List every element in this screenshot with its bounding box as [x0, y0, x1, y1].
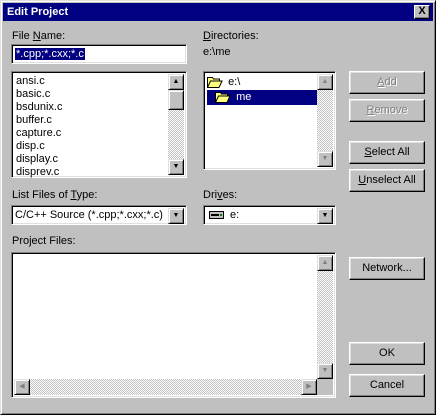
scroll-thumb[interactable] — [168, 90, 184, 110]
scroll-down-button[interactable]: ▼ — [168, 159, 184, 175]
title-bar: Edit Project X — [3, 3, 433, 21]
project-files-list[interactable]: ▲ ▼ ◀ ▶ — [11, 252, 336, 398]
unselect-all-button[interactable]: Unselect All — [349, 169, 425, 192]
up-arrow-icon: ▲ — [172, 78, 180, 85]
down-arrow-icon: ▼ — [321, 155, 329, 162]
scroll-corner — [317, 379, 333, 395]
scroll-down-button[interactable]: ▼ — [317, 363, 333, 379]
down-arrow-icon: ▼ — [321, 367, 329, 374]
add-button[interactable]: Add — [349, 71, 425, 94]
file-list-item[interactable]: capture.c — [16, 127, 61, 140]
current-directory-path: e:\me — [203, 46, 231, 58]
open-folder-icon — [215, 91, 233, 104]
close-button[interactable]: X — [414, 5, 430, 19]
scroll-up-button[interactable]: ▲ — [317, 255, 333, 271]
project-files-label: Project Files: — [12, 235, 76, 247]
right-arrow-icon: ▶ — [306, 383, 312, 390]
network-button[interactable]: Network... — [349, 257, 425, 280]
chevron-down-icon[interactable]: ▼ — [168, 208, 184, 224]
directory-scrollbar[interactable]: ▲ ▼ — [317, 74, 333, 167]
list-type-label: List Files of Type: — [12, 189, 98, 201]
file-list-item[interactable]: disprev.c — [16, 166, 59, 179]
scroll-up-button[interactable]: ▲ — [168, 74, 184, 90]
file-list-item[interactable]: disp.c — [16, 140, 45, 153]
up-arrow-icon: ▲ — [321, 78, 329, 85]
directory-name: me — [236, 91, 252, 103]
directory-tree[interactable]: e:\ me ▲ ▼ — [203, 71, 336, 170]
scroll-right-button[interactable]: ▶ — [301, 379, 317, 395]
scroll-left-button[interactable]: ◀ — [14, 379, 30, 395]
directory-name: e:\ — [228, 76, 241, 88]
drive-value: e: — [230, 209, 240, 221]
directory-item-me[interactable]: me — [207, 90, 320, 105]
file-list-item[interactable]: buffer.c — [16, 114, 52, 127]
remove-button[interactable]: Remove — [349, 99, 425, 122]
up-arrow-icon: ▲ — [321, 259, 329, 266]
drive-icon — [209, 210, 227, 221]
file-list-item[interactable]: display.c — [16, 153, 58, 166]
file-name-label: File Name: — [12, 30, 66, 42]
file-list-item[interactable]: basic.c — [16, 88, 50, 101]
drives-select[interactable]: e: ▼ — [203, 205, 336, 225]
drives-label: Drives: — [203, 189, 238, 201]
dialog-title: Edit Project — [7, 6, 69, 18]
close-icon: X — [418, 5, 426, 17]
project-files-hscrollbar[interactable]: ◀ ▶ — [14, 379, 317, 395]
chevron-down-icon[interactable]: ▼ — [317, 208, 333, 224]
file-list-scrollbar[interactable]: ▲ ▼ — [168, 74, 184, 175]
file-list[interactable]: ansi.c basic.c bsdunix.c buffer.c capture.c d… — [11, 71, 187, 178]
file-name-value: *.cpp;*.cxx;*.c — [14, 47, 86, 61]
cancel-button[interactable]: Cancel — [349, 374, 425, 397]
file-type-select[interactable]: C/C++ Source (*.cpp;*.cxx;*.c) ▼ — [11, 205, 187, 225]
file-name-input[interactable]: *.cpp;*.cxx;*.c — [11, 44, 187, 64]
down-arrow-icon: ▼ — [172, 163, 180, 170]
directory-item-root[interactable]: e:\ — [207, 75, 317, 89]
file-type-value: C/C++ Source (*.cpp;*.cxx;*.c) — [15, 209, 163, 221]
select-all-button[interactable]: Select All — [349, 141, 425, 164]
file-list-item[interactable]: bsdunix.c — [16, 101, 62, 114]
file-list-item[interactable]: ansi.c — [16, 75, 45, 88]
scroll-down-button[interactable]: ▼ — [317, 151, 333, 167]
left-arrow-icon: ◀ — [19, 383, 25, 390]
open-folder-icon — [207, 76, 225, 89]
project-files-vscrollbar[interactable]: ▲ ▼ — [317, 255, 333, 379]
edit-project-dialog: Edit Project X File Name: *.cpp;*.cxx;*.… — [0, 0, 436, 415]
scroll-up-button[interactable]: ▲ — [317, 74, 333, 90]
directories-label: Directories: — [203, 30, 259, 42]
ok-button[interactable]: OK — [349, 342, 425, 365]
